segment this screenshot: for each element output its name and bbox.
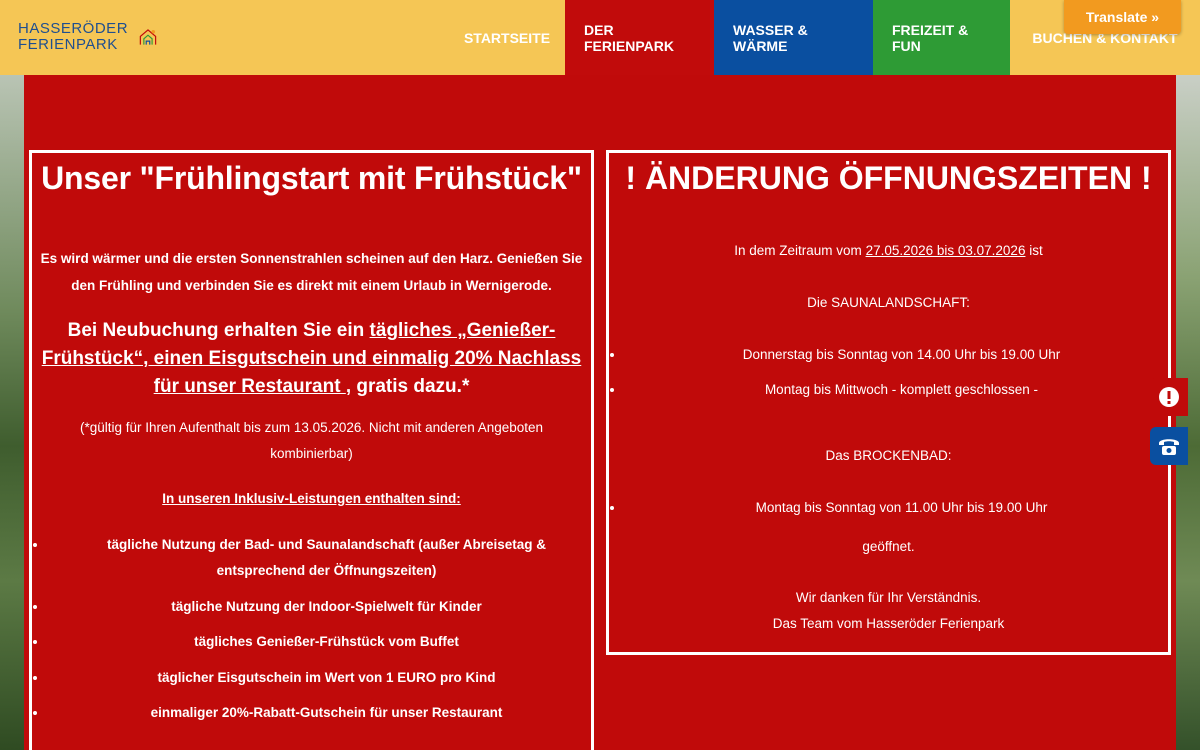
opening-hours-title: ! ÄNDERUNG ÖFFNUNGSZEITEN ! bbox=[625, 160, 1152, 196]
spring-offer-text: Bei Neubuchung erhalten Sie ein tägliche… bbox=[32, 317, 591, 401]
period-line: In dem Zeitraum vom 27.05.2026 bis 03.07… bbox=[609, 243, 1168, 258]
site-logo[interactable]: HASSERÖDER FERIENPARK bbox=[18, 12, 158, 62]
inclusive-list: tägliche Nutzung der Bad- und Saunalands… bbox=[32, 532, 591, 726]
thanks-text: Wir danken für Ihr Verständnis. bbox=[795, 590, 982, 605]
list-item: Montag bis Sonntag von 11.00 Uhr bis 19.… bbox=[625, 500, 1168, 515]
offer-note: (*gültig für Ihren Aufenthalt bis zum 13… bbox=[79, 420, 544, 461]
brockenbad-hours-list: Montag bis Sonntag von 11.00 Uhr bis 19.… bbox=[609, 500, 1168, 515]
phone-button[interactable] bbox=[1150, 427, 1188, 465]
nav-startseite[interactable]: STARTSEITE bbox=[449, 0, 565, 75]
brockenbad-heading: Das BROCKENBAD: bbox=[825, 448, 952, 463]
list-item: tägliche Nutzung der Bad- und Saunalands… bbox=[48, 532, 591, 584]
site-header: HASSERÖDER FERIENPARK STARTSEITE DER FER… bbox=[0, 0, 1200, 75]
list-item: tägliche Nutzung der Indoor-Spielwelt fü… bbox=[48, 594, 591, 620]
sauna-hours-list: Donnerstag bis Sonntag von 14.00 Uhr bis… bbox=[609, 347, 1168, 397]
opening-hours-box: ! ÄNDERUNG ÖFFNUNGSZEITEN ! In dem Zeitr… bbox=[606, 150, 1171, 655]
inclusive-title: In unseren Inklusiv-Leistungen enthalten… bbox=[162, 491, 461, 506]
period-dates: 27.05.2026 bis 03.07.2026 bbox=[865, 243, 1026, 258]
period-prefix: In dem Zeitraum vom bbox=[734, 243, 866, 258]
team-signature: Das Team vom Hasseröder Ferienpark bbox=[772, 616, 1005, 631]
main-content: Unser "Frühlingstart mit Frühstück" Es w… bbox=[24, 75, 1176, 750]
list-item: tägliches Genießer-Frühstück vom Buffet bbox=[48, 629, 591, 655]
logo-text: HASSERÖDER FERIENPARK bbox=[18, 21, 128, 53]
spring-offer-box: Unser "Frühlingstart mit Frühstück" Es w… bbox=[29, 150, 594, 750]
logo-line-2: FERIENPARK bbox=[18, 36, 118, 53]
offer-suffix: , gratis dazu.* bbox=[345, 376, 470, 397]
phone-icon bbox=[1159, 439, 1179, 455]
list-item: einmaliger 20%-Rabatt-Gutschein für unse… bbox=[48, 700, 591, 726]
period-suffix: ist bbox=[1025, 243, 1043, 258]
opened-text: geöffnet. bbox=[862, 539, 915, 554]
list-item: täglicher Eisgutschein im Wert von 1 EUR… bbox=[48, 665, 591, 691]
alert-button[interactable] bbox=[1150, 378, 1188, 416]
background-foliage-left bbox=[0, 75, 24, 750]
offer-prefix: Bei Neubuchung erhalten Sie ein bbox=[67, 320, 370, 341]
translate-button[interactable]: Translate » bbox=[1064, 0, 1181, 34]
spring-offer-title: Unser "Frühlingstart mit Frühstück" bbox=[41, 160, 582, 196]
spring-offer-intro: Es wird wärmer und die ersten Sonnenstra… bbox=[40, 251, 583, 293]
logo-line-1: HASSERÖDER bbox=[18, 20, 129, 37]
sauna-heading: Die SAUNALANDSCHAFT: bbox=[807, 295, 970, 310]
list-item: Montag bis Mittwoch - komplett geschloss… bbox=[625, 382, 1168, 397]
nav-der-ferienpark[interactable]: DER FERIENPARK bbox=[565, 0, 714, 75]
house-logo-icon bbox=[139, 29, 157, 45]
nav-wasser-waerme[interactable]: WASSER & WÄRME bbox=[714, 0, 873, 75]
list-item: Donnerstag bis Sonntag von 14.00 Uhr bis… bbox=[625, 347, 1168, 362]
nav-freizeit-fun[interactable]: FREIZEIT & FUN bbox=[873, 0, 1010, 75]
alert-icon bbox=[1159, 387, 1179, 407]
